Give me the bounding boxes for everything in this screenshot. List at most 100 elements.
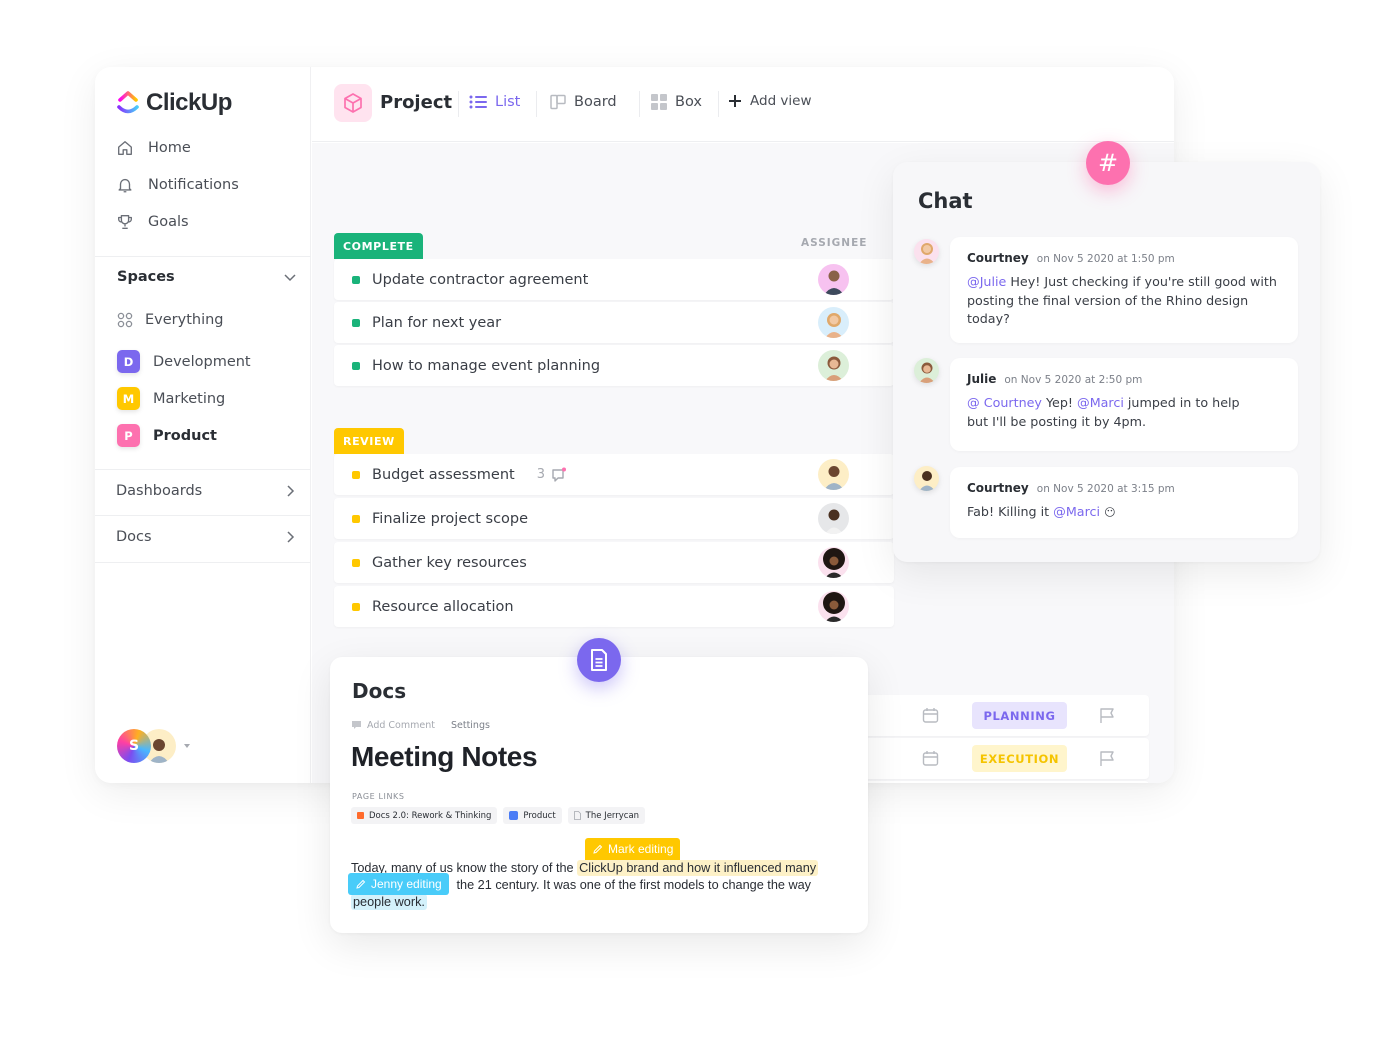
home-icon <box>118 141 132 155</box>
status-badge-complete[interactable]: COMPLETE <box>334 233 423 259</box>
tab-box[interactable]: Box <box>651 94 702 110</box>
task-row[interactable]: Plan for next year <box>334 302 894 343</box>
project-title: Project <box>380 92 453 113</box>
cube-icon <box>344 93 362 113</box>
divider <box>639 91 640 117</box>
tab-box-label: Box <box>675 94 702 110</box>
tab-list-label: List <box>495 94 521 110</box>
assignee-avatar[interactable] <box>818 350 849 381</box>
assignee-avatar[interactable] <box>818 591 849 622</box>
docs-button[interactable] <box>577 638 621 682</box>
docs-panel: Docs Add Comment Settings Meeting Notes … <box>330 657 868 933</box>
calendar-icon[interactable] <box>922 750 939 767</box>
user-avatar[interactable]: S <box>117 729 151 763</box>
stage-pill[interactable]: EXECUTION <box>972 745 1067 772</box>
tab-list[interactable]: List <box>469 94 520 110</box>
mention[interactable]: @ Courtney <box>967 395 1042 410</box>
divider <box>95 469 311 470</box>
add-comment-button[interactable]: Add Comment <box>367 720 435 731</box>
status-badge-review[interactable]: REVIEW <box>334 428 404 454</box>
task-row[interactable]: Gather key resources <box>334 542 894 583</box>
everything-label: Everything <box>145 312 224 328</box>
assignee-avatar[interactable] <box>818 307 849 338</box>
chat-title: Chat <box>918 189 973 213</box>
message-time: on Nov 5 2020 at 2:50 pm <box>1004 374 1143 386</box>
task-row[interactable]: Update contractor agreement <box>334 259 894 300</box>
chat-message: Courtney on Nov 5 2020 at 3:15 pm Fab! K… <box>950 467 1298 538</box>
settings-button[interactable]: Settings <box>451 720 490 731</box>
chat-avatar[interactable] <box>914 239 939 264</box>
chat-avatar[interactable] <box>914 466 939 491</box>
task-row[interactable]: Finalize project scope <box>334 498 894 539</box>
page-link[interactable]: The Jerrycan <box>567 807 646 824</box>
nav-notifications[interactable]: Notifications <box>116 176 239 194</box>
spaces-header[interactable]: Spaces <box>117 269 297 285</box>
mention[interactable]: @Julie <box>967 274 1006 289</box>
message-text: Hey! Just checking if you're still good … <box>967 274 1277 326</box>
task-name: Finalize project scope <box>372 510 529 527</box>
nav-home[interactable]: Home <box>116 139 191 157</box>
message-text: Fab! Killing it <box>967 504 1054 519</box>
section-dashboards[interactable]: Dashboards <box>116 483 296 499</box>
pencil-icon <box>356 879 366 889</box>
divider <box>458 91 459 117</box>
flag-icon[interactable] <box>1099 750 1116 767</box>
space-development[interactable]: D Development <box>117 350 251 373</box>
person-icon <box>822 592 845 622</box>
space-marketing[interactable]: M Marketing <box>117 387 225 410</box>
doc-title[interactable]: Meeting Notes <box>351 741 538 773</box>
message-author: Courtney <box>967 481 1029 495</box>
product-icon <box>509 811 519 820</box>
space-product[interactable]: P Product <box>117 424 217 447</box>
task-row[interactable]: How to manage event planning <box>334 345 894 386</box>
divider <box>95 562 311 563</box>
hashtag-icon[interactable]: # <box>1086 141 1130 185</box>
flag-icon[interactable] <box>1099 707 1116 724</box>
space-badge: M <box>117 387 140 410</box>
chevron-down-icon[interactable] <box>283 270 297 284</box>
task-row[interactable]: Resource allocation <box>334 586 894 627</box>
person-icon <box>823 466 844 490</box>
divider <box>95 515 311 516</box>
section-docs[interactable]: Docs <box>116 529 296 545</box>
user-menu[interactable]: S <box>117 729 192 763</box>
space-label: Product <box>153 427 217 444</box>
mention[interactable]: @Marci <box>1053 504 1100 519</box>
mention[interactable]: @Marci <box>1077 395 1124 410</box>
tab-board[interactable]: Board <box>550 94 617 110</box>
clickup-logo-icon <box>117 91 139 114</box>
status-dot <box>352 602 360 611</box>
page-link[interactable]: Docs 2.0: Rework & Thinking <box>351 807 498 824</box>
task-row[interactable]: Budget assessment 3 <box>334 454 894 495</box>
status-dot <box>352 514 360 523</box>
person-icon <box>918 362 935 383</box>
page-link[interactable]: Product <box>503 807 562 824</box>
message-text: Yep! <box>1041 395 1078 410</box>
sidebar: ClickUp Home Notifications Goals Spaces … <box>95 67 311 783</box>
page-links: Docs 2.0: Rework & Thinking Product The … <box>351 807 646 824</box>
add-view-button[interactable]: Add view <box>728 93 812 109</box>
chat-message: Courtney on Nov 5 2020 at 1:50 pm @Julie… <box>950 237 1298 343</box>
tab-board-label: Board <box>574 94 617 110</box>
dashboards-label: Dashboards <box>116 483 203 499</box>
person-icon <box>918 471 935 491</box>
person-icon <box>822 548 845 578</box>
message-body: @ Courtney Yep! @Marci jumped in to help… <box>967 394 1257 431</box>
assignee-avatar[interactable] <box>818 459 849 490</box>
caret-down-icon[interactable] <box>182 742 192 750</box>
chat-avatar[interactable] <box>914 358 939 383</box>
assignee-avatar[interactable] <box>818 264 849 295</box>
assignee-avatar[interactable] <box>818 547 849 578</box>
space-everything[interactable]: Everything <box>117 312 224 328</box>
assignee-avatar[interactable] <box>818 503 849 534</box>
clickup-logo[interactable]: ClickUp <box>116 89 232 117</box>
docs-label: Docs <box>116 529 152 545</box>
calendar-icon[interactable] <box>922 707 939 724</box>
comment-count[interactable]: 3 <box>537 467 567 483</box>
task-name: Plan for next year <box>372 314 502 331</box>
message-body: Fab! Killing it @Marci 😶 <box>967 503 1281 523</box>
page-link-label: Product <box>523 810 556 821</box>
document-icon <box>591 649 607 671</box>
stage-pill[interactable]: PLANNING <box>972 702 1067 729</box>
nav-goals[interactable]: Goals <box>116 213 189 231</box>
